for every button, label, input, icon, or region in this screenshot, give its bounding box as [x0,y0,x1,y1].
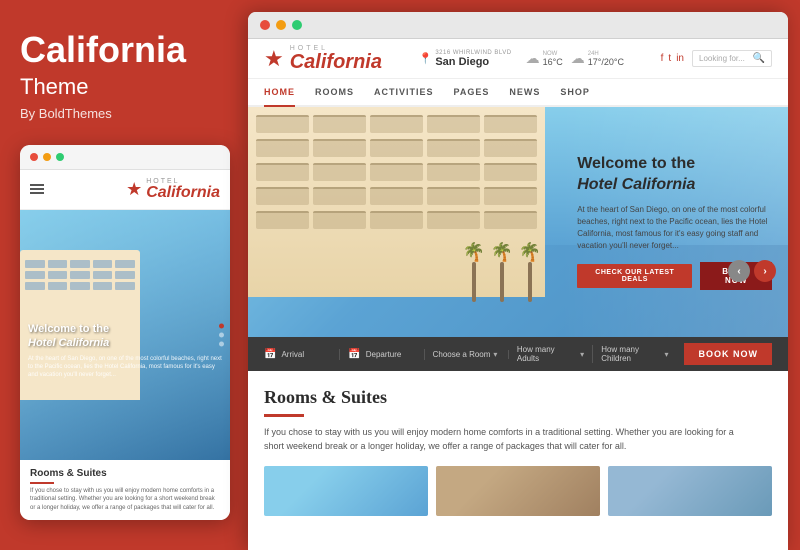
mobile-rooms-underline [30,482,54,484]
dot-yellow [43,153,51,161]
hero-content: Welcome to the Hotel California At the h… [561,107,788,337]
website: ★ HOTEL California 📍 3216 WHIRLWIND BLVD… [248,39,788,550]
mobile-hero: Welcome to the Hotel California At the h… [20,210,230,460]
nav-item-shop[interactable]: SHOP [560,79,590,107]
calendar-icon-1: 📅 [264,349,276,360]
hero-section: 🌴 🌴 🌴 Welcome to the Hotel California At… [248,107,788,337]
twitter-icon[interactable]: t [668,53,671,64]
slider-arrows: ‹ › [728,260,776,282]
chevron-down-icon-adults: ▾ [580,350,584,359]
location-pin-icon: 📍 [419,52,433,65]
nav-item-rooms[interactable]: ROOMS [315,79,354,107]
browser-dot-red [260,20,270,30]
children-select-field[interactable]: How many Children ▾ [601,345,676,363]
arrival-field[interactable]: 📅 Arrival [264,349,340,360]
rooms-title: Rooms & Suites [264,387,772,408]
chevron-down-icon-children: ▾ [664,350,668,359]
social-icons: f t in [661,53,684,64]
search-icon[interactable]: 🔍 [753,53,765,64]
browser-dot-yellow [276,20,286,30]
weather-item-1: ☁ NOW 16°C [526,50,563,67]
sidebar: California Theme By BoldThemes ★ HOTEL C… [0,0,248,550]
rooms-underline [264,414,304,417]
nav-item-news[interactable]: NEWS [509,79,540,107]
sidebar-title: California [20,30,228,70]
nav-item-activities[interactable]: ACTIVITIES [374,79,434,107]
nav-dot-2 [219,332,224,337]
room-thumbnail-1[interactable] [264,466,428,516]
dot-red [30,153,38,161]
sidebar-subtitle: Theme [20,74,228,100]
mobile-top-bar [20,145,230,170]
booking-bar: 📅 Arrival 📅 Departure Choose a Room ▾ Ho… [248,337,788,371]
slider-prev-button[interactable]: ‹ [728,260,750,282]
address-city: San Diego [435,56,511,68]
mobile-dot-nav [219,323,224,346]
desktop-preview: ★ HOTEL California 📍 3216 WHIRLWIND BLVD… [248,12,788,550]
rooms-description: If you chose to stay with us you will en… [264,425,744,454]
slider-next-button[interactable]: › [754,260,776,282]
hero-text-mobile: Welcome to the Hotel California At the h… [28,322,222,380]
chevron-down-icon-room: ▾ [493,350,497,359]
address-block: 📍 3216 WHIRLWIND BLVD San Diego [419,50,512,68]
nav-dot-1 [219,323,224,328]
site-logo: ★ HOTEL California [264,45,382,72]
facebook-icon[interactable]: f [661,53,664,64]
header-actions: f t in Looking for... 🔍 [661,50,772,67]
browser-chrome [248,12,788,39]
rooms-section: Rooms & Suites If you chose to stay with… [248,371,788,550]
room-thumbnail-3[interactable] [608,466,772,516]
mobile-header: ★ HOTEL California [20,170,230,210]
nav-dot-3 [219,341,224,346]
room-select-field[interactable]: Choose a Room ▾ [433,350,509,359]
adults-select-field[interactable]: How many Adults ▾ [517,345,593,363]
calendar-icon-2: 📅 [348,349,360,360]
site-nav: HOME ROOMS ACTIVITIES PAGES NEWS SHOP [248,79,788,107]
cloud-icon-2: ☁ [571,50,585,67]
search-box[interactable]: Looking for... 🔍 [692,50,772,67]
browser-dot-green [292,20,302,30]
hero-palms: 🌴 🌴 🌴 [464,242,540,302]
hamburger-icon [30,184,44,194]
site-header: ★ HOTEL California 📍 3216 WHIRLWIND BLVD… [248,39,788,79]
hero-heading: Welcome to the Hotel California [577,154,772,196]
nav-item-pages[interactable]: PAGES [454,79,490,107]
header-info: 📍 3216 WHIRLWIND BLVD San Diego ☁ NOW 16… [419,50,624,68]
sidebar-author: By BoldThemes [20,106,228,121]
star-icon: ★ [126,179,142,200]
mobile-rooms-section: Rooms & Suites If you chose to stay with… [20,460,230,520]
mobile-rooms-title: Rooms & Suites [30,468,220,479]
site-california-text: California [290,52,382,72]
weather-item-2: ☁ 24H 17°/20°C [571,50,624,67]
booking-book-button[interactable]: BOOK NOW [684,343,772,365]
mobile-preview: ★ HOTEL California Welcome to the Hot [20,145,230,520]
check-deals-button[interactable]: CHECK OUR LATEST DEALS [577,264,692,288]
site-star-icon: ★ [264,46,284,72]
mobile-logo: ★ HOTEL California [126,178,220,201]
mobile-rooms-desc: If you chose to stay with us you will en… [30,487,220,512]
cloud-icon-1: ☁ [526,50,540,67]
nav-item-home[interactable]: HOME [264,79,295,107]
hero-description: At the heart of San Diego, on one of the… [577,204,772,252]
dot-green [56,153,64,161]
room-thumbnail-2[interactable] [436,466,600,516]
rooms-thumbnails [264,466,772,516]
weather-block: ☁ NOW 16°C ☁ 24H 17°/20°C [526,50,624,67]
california-mobile-text: California [146,185,220,201]
departure-field[interactable]: 📅 Departure [348,349,424,360]
instagram-icon[interactable]: in [676,53,684,64]
